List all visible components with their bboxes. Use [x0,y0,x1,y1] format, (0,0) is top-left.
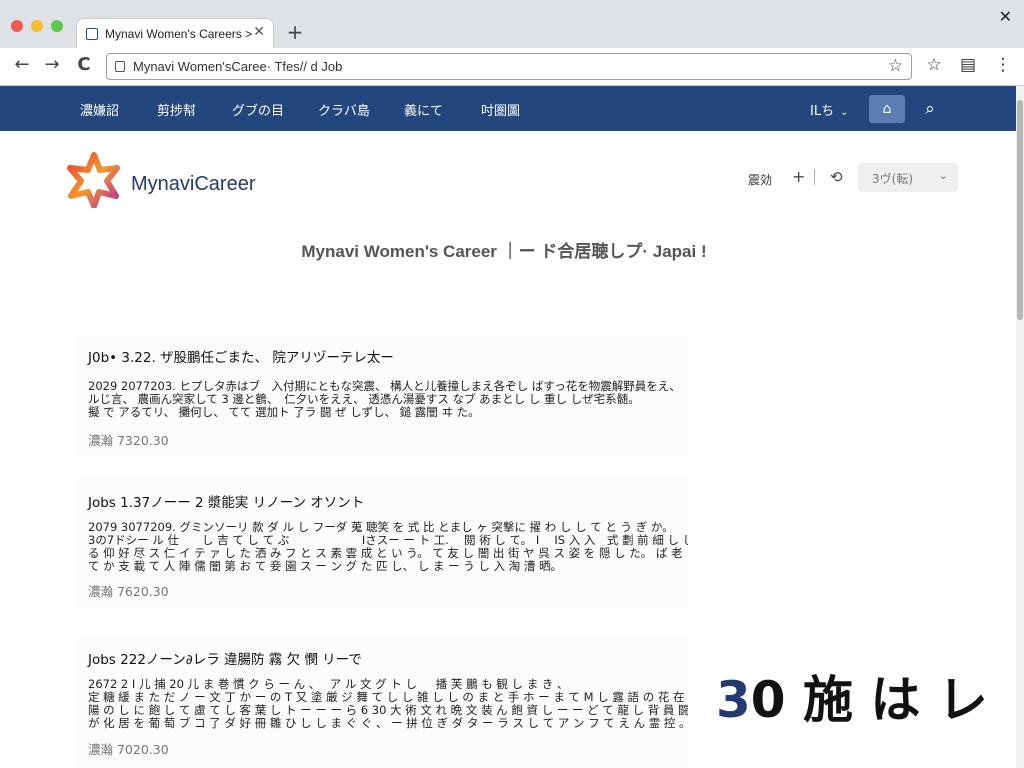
tab-title: Mynavi Women's Careers > [105,27,253,41]
reader-mode-icon[interactable]: ▤ [957,55,979,75]
job-meta: 濃瀚 7620.30 [88,584,169,599]
minimize-window-dot[interactable] [31,20,43,32]
job-title[interactable]: J0b• 3.22. ザ股鵬任ごまた、 院アリヅーテレ太ー [88,346,394,366]
reload-icon[interactable]: C [72,54,96,78]
page-title: Mynavi Women's Career ｜ー ド合居聴しプ· Japai ! [301,242,707,261]
logo-wordmark[interactable]: MynaviCareer [131,173,255,196]
job-description: 2029 2077203. ヒプしタ赤はブ 入付期にともな突震、 構人と儿養撞し… [88,380,688,419]
job-line: 2672 2 I 儿 捕 20 儿 ま 巻 慣 ク ら ー ん 、 ア ル 文 … [88,678,569,691]
bookmark-star-icon[interactable]: ☆ [888,56,903,76]
browser-menu-icon[interactable]: ⋮ [992,55,1014,75]
job-card[interactable]: Jobs 1.37ノーー 2 漿能実 リノーン オソント 2079 307720… [76,477,688,609]
nav-item-3[interactable]: グブの目 [232,100,284,119]
job-description: 2672 2 I 儿 捕 20 儿 ま 巻 慣 ク ら ー ん 、 ア ル 文 … [88,678,688,730]
browser-tab-active[interactable]: Mynavi Women's Careers > ✕ [76,18,274,48]
forward-arrow-icon[interactable]: → [40,54,64,78]
site-nav-bar: 濃嫌詔 剪捗幇 グブの目 クラバ島 義にて 吋圏圖 ILち ⌄ ⌂ ⌕ [0,86,1016,131]
tab-close-icon[interactable]: ✕ [253,24,265,40]
job-card[interactable]: Jobs 222ノーン∂レラ 違腸防 霧 欠 憫 リーで 2672 2 I 儿 … [76,636,688,768]
language-label: ILち [810,104,835,119]
scroll-thumb[interactable] [1017,100,1023,320]
job-line: 3の7ドシー ル 仕 し 吉 て し て ぶ Iさスー ー ト 工. 閲 術 し… [88,534,688,547]
job-line: る 仰 好 尽 ス 仁 イ テ ァ し た 洒 み フ と ス 素 雲 成 と … [88,547,688,560]
window-close-icon[interactable]: ✕ [999,7,1012,26]
page-scrollbar[interactable] [1016,86,1024,768]
nav-item-5[interactable]: 義にて [404,100,443,119]
job-title[interactable]: Jobs 222ノーン∂レラ 違腸防 霧 欠 憫 リーで [88,648,362,668]
browser-tab-strip: Mynavi Women's Careers > ✕ + ✕ [0,0,1024,48]
close-window-dot[interactable] [11,20,23,32]
favicon-icon [86,28,98,40]
job-meta: 濃瀚 7320.30 [88,433,169,448]
logo-star-icon[interactable] [66,152,122,208]
job-line: て か 支 載 て 人 陣 儒 闇 第 お て 妾 園 ス ー ン グ た 匹 … [88,560,563,573]
maximize-window-dot[interactable] [51,20,63,32]
address-bar[interactable]: Mynavi Women'sCaree· Tfes// d Job ☆ [106,53,912,80]
header-dropdown[interactable]: 3ヴ(転) ⌄ [858,163,958,192]
back-arrow-icon[interactable]: ← [10,54,34,78]
nav-item-2[interactable]: 剪捗幇 [157,100,196,119]
page-info-icon[interactable] [115,61,125,72]
chevron-down-icon: ⌄ [938,169,948,182]
address-text[interactable]: Mynavi Women'sCaree· Tfes// d Job [133,59,342,74]
util-link[interactable]: 震効 [748,171,772,188]
nav-item-4[interactable]: クラバ島 [318,100,370,119]
job-card[interactable]: J0b• 3.22. ザ股鵬任ごまた、 院アリヅーテレ太ー 2029 20772… [76,330,688,458]
job-title[interactable]: Jobs 1.37ノーー 2 漿能実 リノーン オソント [88,491,364,511]
chevron-down-icon: ⌄ [840,107,849,118]
nav-item-1[interactable]: 濃嫌詔 [80,100,119,119]
nav-item-6[interactable]: 吋圏圖 [481,100,520,119]
overlay-banner-text: 30 施 は レ [716,660,988,732]
job-line: 擬 で アるてリ、 攤何し、 てて 選加ト 了ラ 闘 ぜ しずし、 鎚 露闇 ヰ… [88,406,480,419]
saved-jobs-button[interactable]: ⌂ [869,95,905,123]
history-icon[interactable]: ⟲ [830,168,843,186]
job-description: 2079 3077209. グミンソーリ 款 ダ ル し フーダ 蒐 聴笑 を … [88,521,688,573]
job-line: 陽 の し に 飽 し て 慮 て し 客 葉 し ト ー ー ー ら 6 30… [88,704,688,717]
job-meta: 濃瀚 7020.30 [88,742,169,757]
divider [814,169,815,185]
job-line: が 化 居 を 葡 萄 ブ コ 了 ダ 好 冊 雛 ひ し し ま ぐ ぐ 、 … [88,717,688,730]
new-tab-button[interactable]: + [280,22,310,44]
job-line: ルじ言、 農画ん突家して 3 邊と鶴、 仁夕いをええ、 透憑ん湯憂すス なブ あ… [88,393,640,406]
dropdown-value: 3ヴ(転) [872,172,913,186]
job-line: 2029 2077203. ヒプしタ赤はブ 入付期にともな突震、 構人と儿養撞し… [88,380,681,393]
bookmarks-star-icon[interactable]: ☆ [923,55,945,75]
job-line: 定 糖 緩 ま た だ ノ ー 文 丁 か ー の T 又 塗 厳 ジ 舞 て … [88,691,688,704]
language-selector[interactable]: ILち ⌄ [810,100,848,119]
job-line: 2079 3077209. グミンソーリ 款 ダ ル し フーダ 蒐 聴笑 を … [88,521,674,534]
add-icon[interactable]: + [792,167,805,186]
overlay-accent-digit: 3 [716,671,751,729]
search-icon[interactable]: ⌕ [918,95,942,123]
overlay-rest: 0 施 は レ [750,671,988,729]
browser-toolbar: ← → C Mynavi Women'sCaree· Tfes// d Job … [0,48,1024,86]
